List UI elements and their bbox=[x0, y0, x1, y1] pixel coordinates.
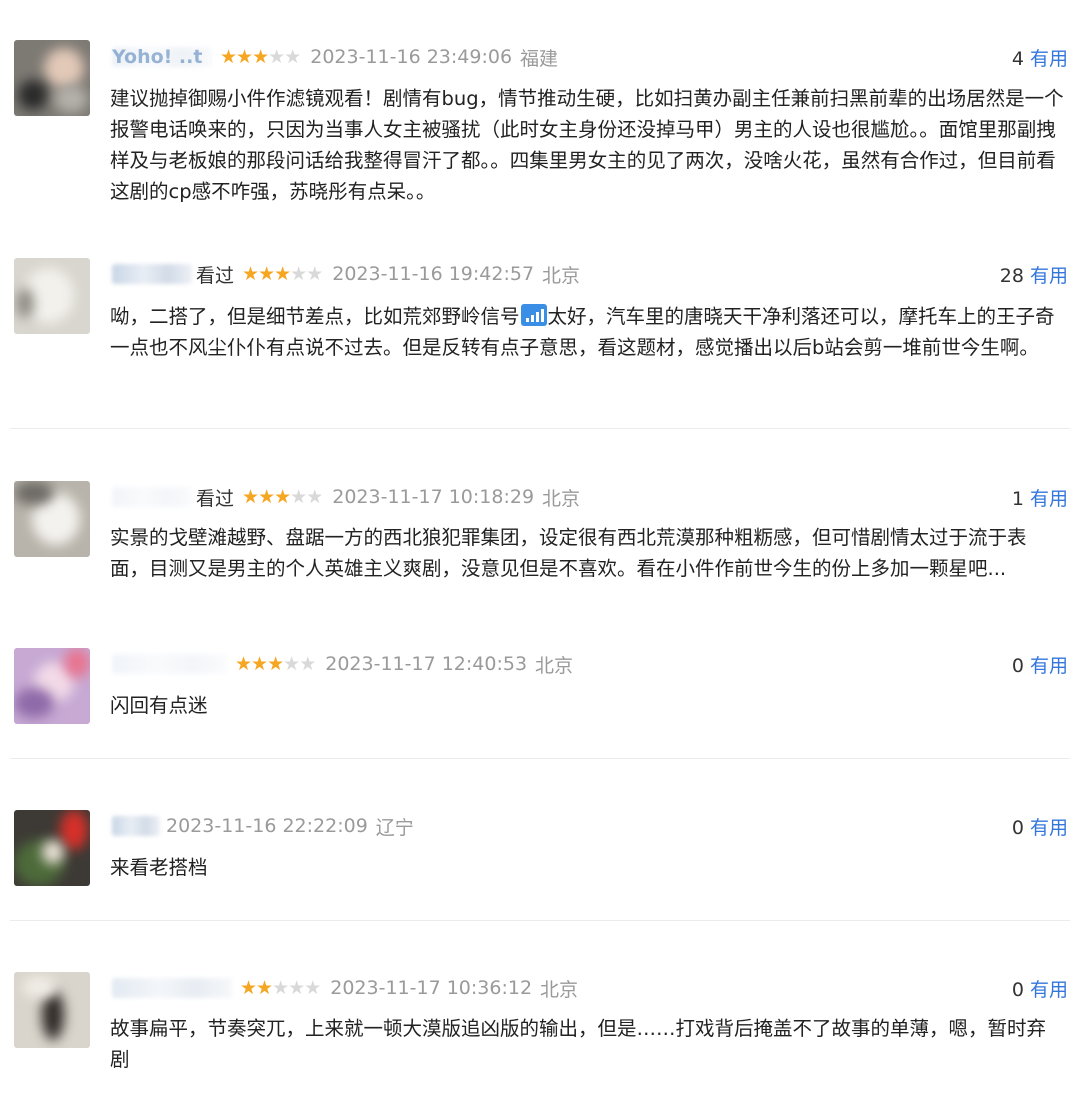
avatar[interactable] bbox=[14, 648, 90, 724]
comment-location: 北京 bbox=[542, 487, 581, 510]
comment-time: 2023-11-16 22:22:09 bbox=[166, 815, 368, 837]
star-filled-icon: ★ bbox=[242, 486, 259, 508]
comment-time: 2023-11-17 10:36:12 bbox=[330, 977, 533, 999]
comment-text-part: 呦，二搭了，但是细节差点，比如荒郊野岭信号 bbox=[110, 305, 520, 328]
avatar[interactable] bbox=[14, 810, 90, 886]
avatar[interactable] bbox=[14, 40, 90, 116]
comment-time: 2023-11-16 19:42:57 bbox=[332, 263, 535, 285]
comment-content: 闪回有点迷 bbox=[110, 694, 208, 717]
useful-count: 28 bbox=[999, 264, 1024, 287]
star-empty-icon: ★ bbox=[306, 263, 323, 285]
divider bbox=[10, 428, 1070, 429]
signal-icon bbox=[520, 304, 547, 326]
username[interactable] bbox=[112, 976, 232, 1000]
divider bbox=[10, 758, 1070, 759]
rating-stars: ★★★★★ bbox=[242, 263, 323, 285]
star-empty-icon: ★ bbox=[290, 263, 307, 285]
comment-time: 2023-11-17 12:40:53 bbox=[325, 653, 528, 675]
watch-status: 看过 bbox=[196, 487, 235, 510]
useful-count: 0 bbox=[1011, 654, 1024, 677]
star-empty-icon: ★ bbox=[304, 977, 321, 999]
divider bbox=[10, 920, 1070, 921]
useful-label: 有用 bbox=[1029, 47, 1068, 70]
star-empty-icon: ★ bbox=[299, 653, 316, 675]
star-empty-icon: ★ bbox=[288, 977, 305, 999]
comment-content: 故事扁平，节奏突兀，上来就一顿大漠版追凶版的输出，但是……打戏背后掩盖不了故事的… bbox=[110, 1017, 1047, 1071]
username[interactable] bbox=[112, 814, 160, 838]
useful-button[interactable]: 0 有用 bbox=[1012, 975, 1068, 1002]
username[interactable] bbox=[112, 485, 192, 509]
username[interactable]: Yoho! ..t bbox=[112, 45, 212, 69]
comment-location: 福建 bbox=[520, 47, 559, 70]
star-empty-icon: ★ bbox=[284, 46, 301, 68]
star-filled-icon: ★ bbox=[240, 977, 257, 999]
rating-stars: ★★★★★ bbox=[235, 653, 316, 675]
comment-content: 来看老搭档 bbox=[110, 856, 208, 879]
avatar[interactable] bbox=[14, 972, 90, 1048]
useful-count: 0 bbox=[1011, 816, 1024, 839]
star-filled-icon: ★ bbox=[220, 46, 237, 68]
rating-stars: ★★★★★ bbox=[242, 486, 323, 508]
comment-location: 北京 bbox=[540, 978, 579, 1001]
useful-label: 有用 bbox=[1029, 487, 1068, 510]
comment-location: 辽宁 bbox=[375, 816, 414, 839]
comment-location: 北京 bbox=[535, 654, 574, 677]
comment-content: 实景的戈壁滩越野、盘踞一方的西北狼犯罪集团，设定很有西北荒漠那种粗粝感，但可惜剧… bbox=[110, 526, 1027, 580]
useful-button[interactable]: 0 有用 bbox=[1012, 813, 1068, 840]
useful-count: 0 bbox=[1011, 978, 1024, 1001]
comment-content: 呦，二搭了，但是细节差点，比如荒郊野岭信号 太好，汽车里的唐晓天干净利落还可以，摩… bbox=[110, 301, 1065, 363]
comment-content: 建议抛掉御赐小件作滤镜观看！剧情有bug，情节推动生硬，比如扫黄办副主任兼前扫黑… bbox=[110, 87, 1064, 203]
star-filled-icon: ★ bbox=[242, 263, 259, 285]
useful-label: 有用 bbox=[1029, 816, 1068, 839]
star-filled-icon: ★ bbox=[251, 653, 268, 675]
star-filled-icon: ★ bbox=[252, 46, 269, 68]
watch-status: 看过 bbox=[196, 264, 235, 287]
useful-label: 有用 bbox=[1029, 264, 1068, 287]
avatar[interactable] bbox=[14, 481, 90, 557]
username[interactable] bbox=[112, 652, 227, 676]
comment-time: 2023-11-16 23:49:06 bbox=[310, 46, 513, 68]
star-empty-icon: ★ bbox=[283, 653, 300, 675]
star-filled-icon: ★ bbox=[274, 486, 291, 508]
star-filled-icon: ★ bbox=[274, 263, 291, 285]
star-filled-icon: ★ bbox=[258, 486, 275, 508]
star-empty-icon: ★ bbox=[306, 486, 323, 508]
avatar[interactable] bbox=[14, 258, 90, 334]
rating-stars: ★★★★★ bbox=[240, 977, 321, 999]
star-filled-icon: ★ bbox=[236, 46, 253, 68]
comment-list: Yoho! ..t ★★★★★ 2023-11-16 23:49:06 福建 4… bbox=[0, 0, 1080, 1097]
star-filled-icon: ★ bbox=[256, 977, 273, 999]
useful-button[interactable]: 28 有用 bbox=[1000, 261, 1068, 288]
rating-stars: ★★★★★ bbox=[220, 46, 301, 68]
comment-location: 北京 bbox=[542, 264, 581, 287]
useful-count: 1 bbox=[1011, 487, 1024, 510]
useful-label: 有用 bbox=[1029, 978, 1068, 1001]
comment-time: 2023-11-17 10:18:29 bbox=[332, 486, 535, 508]
star-filled-icon: ★ bbox=[235, 653, 252, 675]
useful-count: 4 bbox=[1011, 47, 1024, 70]
useful-label: 有用 bbox=[1029, 654, 1068, 677]
username[interactable] bbox=[112, 262, 192, 286]
useful-button[interactable]: 0 有用 bbox=[1012, 651, 1068, 678]
star-empty-icon: ★ bbox=[268, 46, 285, 68]
useful-button[interactable]: 1 有用 bbox=[1012, 484, 1068, 511]
star-filled-icon: ★ bbox=[267, 653, 284, 675]
star-empty-icon: ★ bbox=[272, 977, 289, 999]
star-empty-icon: ★ bbox=[290, 486, 307, 508]
star-filled-icon: ★ bbox=[258, 263, 275, 285]
useful-button[interactable]: 4 有用 bbox=[1012, 44, 1068, 71]
